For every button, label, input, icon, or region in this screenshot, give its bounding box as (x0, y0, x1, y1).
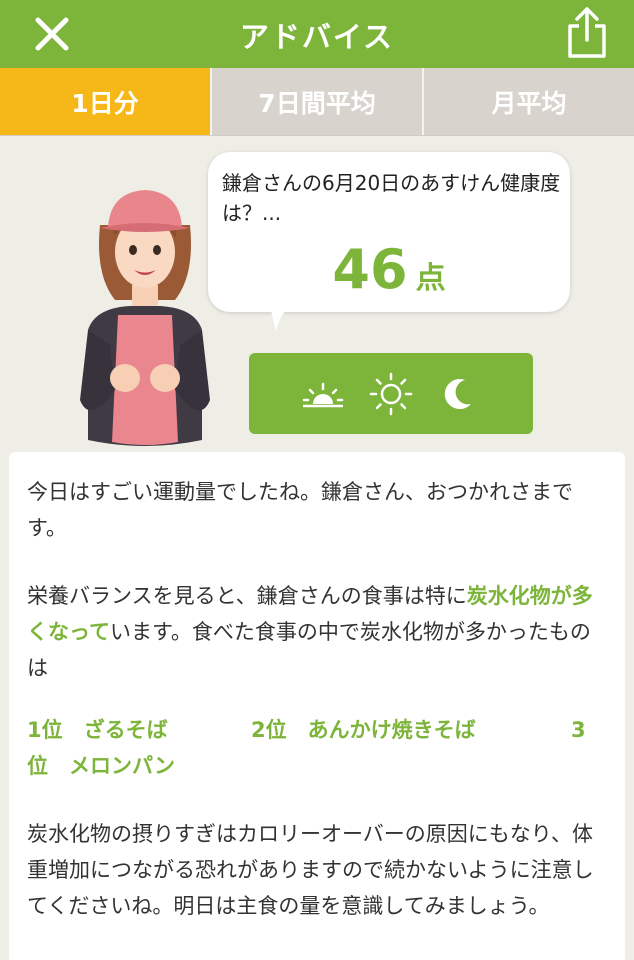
advice-paragraph-3: 炭水化物の摂りすぎはカロリーオーバーの原因にもなり、体重増加につながる恐れがあり… (27, 822, 594, 918)
advice-card: 今日はすごい運動量でしたね。鎌倉さん、おつかれさまです。 栄養バランスを見ると、… (9, 452, 625, 960)
health-score-question: 鎌倉さんの6月20日のあすけん健康度は？... (222, 171, 561, 225)
page-title: アドバイス (239, 20, 395, 54)
score-value: 46 (332, 238, 408, 301)
tab-1day[interactable]: 1日分 (0, 68, 210, 135)
tab-monthly-average[interactable]: 月平均 (422, 68, 634, 135)
header-bar: アドバイス (0, 0, 634, 68)
period-tabs: 1日分 7日間平均 月平均 (0, 68, 634, 136)
advice-paragraph-2: 栄養バランスを見ると、鎌倉さんの食事は特に炭水化物が多くなっています。食べた食事… (27, 578, 607, 686)
ranking-third-number: 3 (571, 718, 586, 742)
advice-paragraph-1: 今日はすごい運動量でしたね。鎌倉さん、おつかれさまです。 (27, 480, 573, 540)
sun-icon[interactable] (367, 370, 415, 418)
speech-bubble-tail (270, 304, 296, 332)
speech-bubble: 鎌倉さんの6月20日のあすけん健康度は？... 46 点 (208, 152, 570, 312)
moon-icon[interactable] (435, 370, 483, 418)
share-icon[interactable] (562, 4, 612, 60)
ranking-third-item: 位 メロンパン (27, 754, 176, 778)
tab-7day-average[interactable]: 7日間平均 (210, 68, 422, 135)
sunrise-icon[interactable] (299, 370, 347, 418)
advice-p2-post: います。食べた食事の中で炭水化物が多かったものは (27, 620, 591, 680)
ranking-first: 1位 ざるそば (27, 718, 168, 742)
health-score: 46 点 (208, 238, 570, 301)
advice-p2-pre: 栄養バランスを見ると、鎌倉さんの食事は特に (27, 584, 467, 608)
ranking-second: 2位 あんかけ焼きそば (251, 718, 476, 742)
advisor-avatar (80, 190, 210, 446)
score-unit: 点 (415, 261, 446, 296)
time-of-day-bar (249, 353, 533, 434)
